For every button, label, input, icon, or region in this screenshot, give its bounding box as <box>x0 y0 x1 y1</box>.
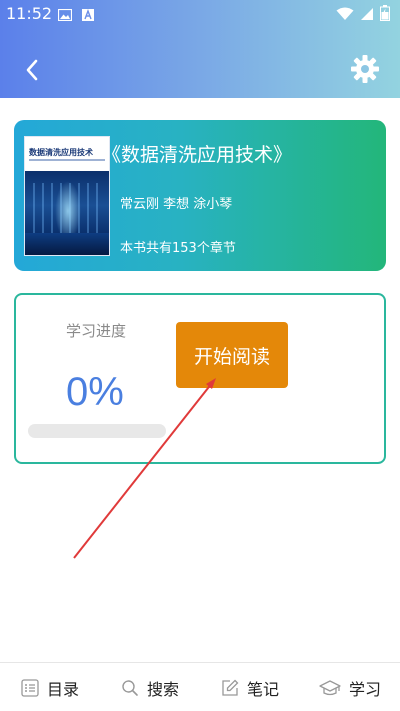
wifi-icon <box>336 6 354 25</box>
a-icon <box>82 6 94 25</box>
nav-label: 学习 <box>348 679 381 699</box>
nav-item-search[interactable]: 搜索 <box>100 663 200 711</box>
book-cover-image: 数据清洗应用技术 <box>24 136 110 256</box>
screen: 11:52 数据清洗应用技术 《数据清洗应用技术》 常云刚 李想 涂小琴 本书共… <box>0 0 400 711</box>
settings-button[interactable] <box>350 54 380 84</box>
nav-item-notes[interactable]: 笔记 <box>200 663 300 711</box>
nav-label: 目录 <box>46 679 79 699</box>
back-button[interactable] <box>18 55 46 85</box>
edit-icon <box>222 679 239 696</box>
status-right-icons <box>336 5 390 25</box>
nav-label: 笔记 <box>246 679 279 699</box>
chevron-left-icon <box>26 59 38 81</box>
status-bar: 11:52 <box>0 0 400 28</box>
cover-header: 数据清洗应用技术 <box>25 137 109 171</box>
nav-item-catalog[interactable]: 目录 <box>0 663 100 711</box>
battery-icon <box>380 5 390 25</box>
graduation-cap-icon <box>319 679 341 695</box>
status-left-icons <box>57 6 94 25</box>
book-chapter-count: 本书共有153个章节 <box>120 241 236 256</box>
progress-label: 学习进度 <box>66 322 127 340</box>
list-icon <box>21 678 39 697</box>
nav-item-study[interactable]: 学习 <box>300 663 400 711</box>
progress-percent: 0% <box>66 370 124 414</box>
cover-title: 数据清洗应用技术 <box>29 148 93 157</box>
image-icon <box>57 6 73 25</box>
book-title: 《数据清洗应用技术》 <box>102 144 293 166</box>
start-reading-button[interactable]: 开始阅读 <box>176 322 288 388</box>
app-header: 11:52 <box>0 0 400 98</box>
book-authors: 常云刚 李想 涂小琴 <box>120 197 233 212</box>
nav-label: 搜索 <box>146 679 179 699</box>
cover-subtitle-line <box>29 159 105 161</box>
gear-icon <box>351 55 379 83</box>
status-time: 11:52 <box>6 4 53 23</box>
search-icon <box>122 679 138 696</box>
bottom-nav: 目录 搜索 笔记 学习 <box>0 662 400 711</box>
signal-icon <box>360 6 374 25</box>
cover-artwork <box>25 171 109 255</box>
progress-bar <box>28 424 166 438</box>
